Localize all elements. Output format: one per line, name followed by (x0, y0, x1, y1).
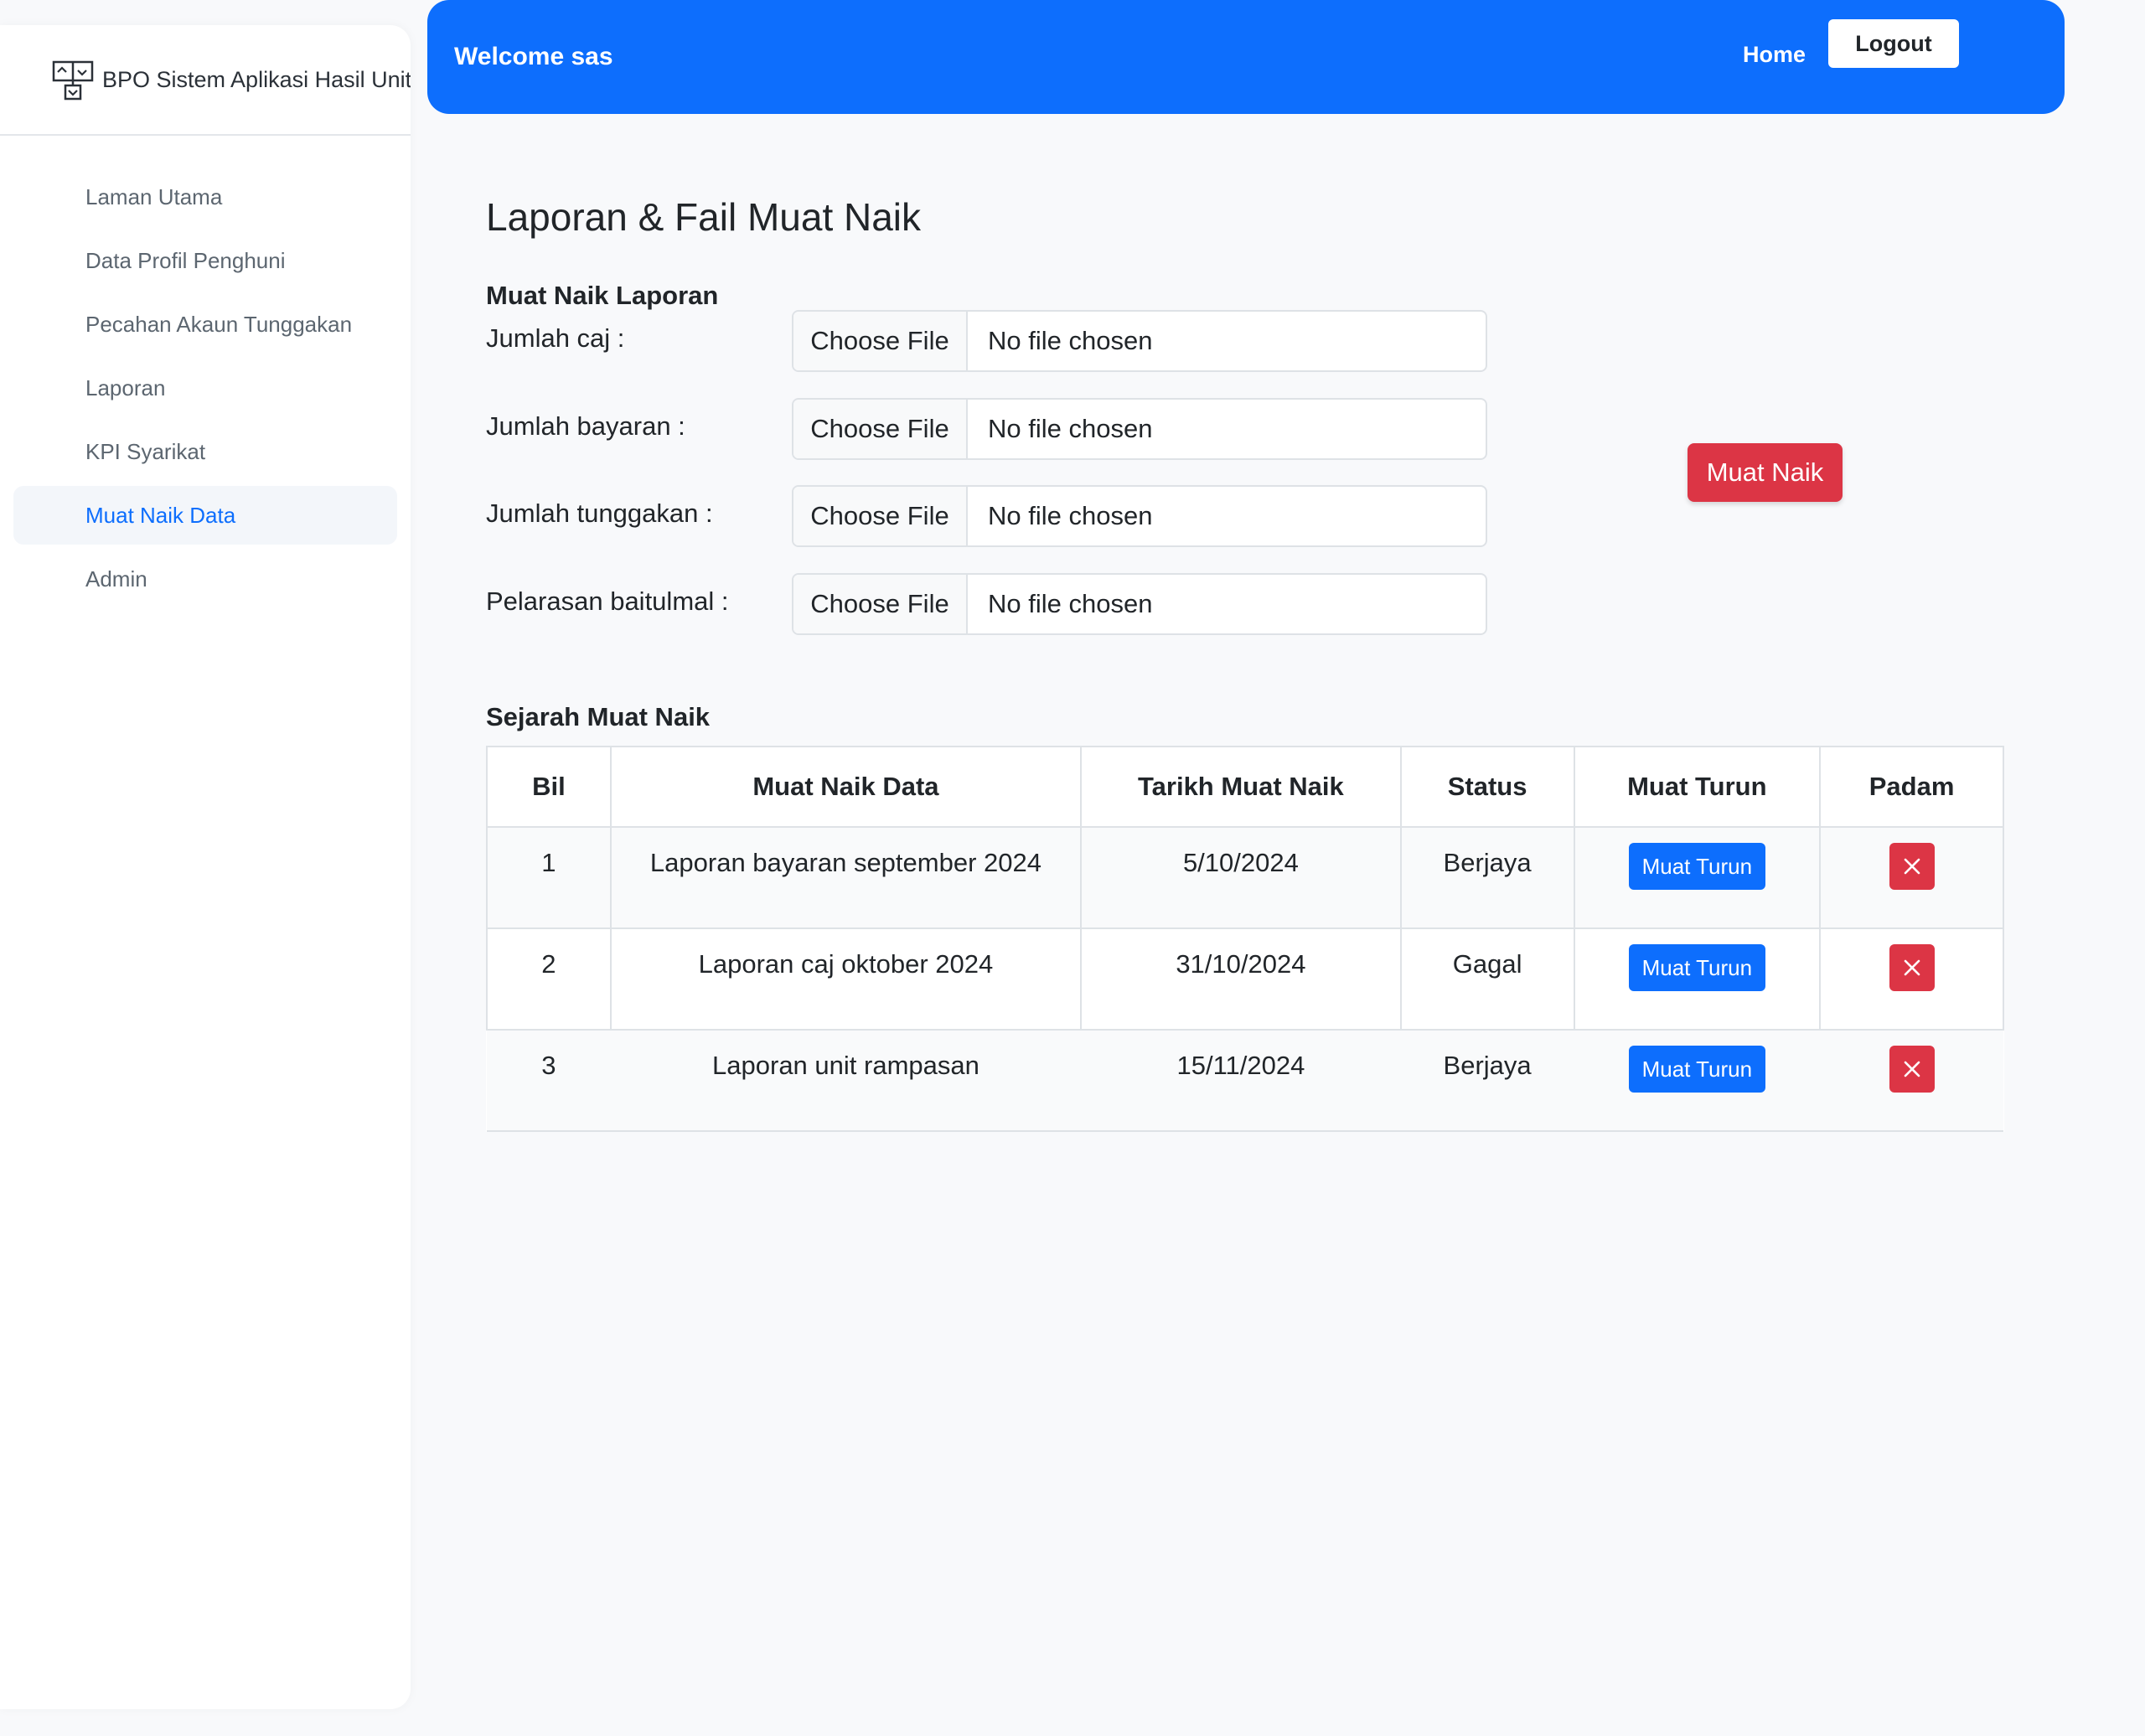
org-chart-icon (52, 60, 94, 101)
download-button[interactable]: Muat Turun (1628, 944, 1766, 991)
history-section-title: Sejarah Muat Naik (486, 702, 711, 731)
upload-row-pelarasan-baitulmal: Pelarasan baitulmal : Choose File No fil… (486, 573, 1491, 635)
cell-bil: 2 (486, 928, 612, 1031)
page-title: Laporan & Fail Muat Naik (486, 195, 922, 239)
cell-delete (1820, 1030, 2003, 1132)
upload-row-jumlah-tunggakan: Jumlah tunggakan : Choose File No file c… (486, 485, 1491, 547)
delete-button[interactable] (1889, 843, 1935, 890)
cell-date: 5/10/2024 (1080, 827, 1402, 929)
cell-download: Muat Turun (1573, 827, 1822, 929)
cell-delete (1819, 827, 2004, 929)
sidebar-item-laporan[interactable]: Laporan (13, 359, 397, 417)
cell-delete (1819, 928, 2004, 1031)
upload-label: Jumlah caj : (486, 323, 625, 353)
upload-history-table: Bil Muat Naik Data Tarikh Muat Naik Stat… (486, 746, 2004, 1132)
top-header: Welcome sas Home Logout (427, 0, 2065, 114)
cell-status: Gagal (1399, 928, 1575, 1031)
cell-date: 15/11/2024 (1081, 1030, 1401, 1132)
cell-data: Laporan unit rampasan (610, 1030, 1082, 1132)
upload-row-jumlah-caj: Jumlah caj : Choose File No file chosen (486, 310, 1491, 372)
file-name: No file chosen (988, 501, 1153, 530)
table-row: 1 Laporan bayaran september 2024 5/10/20… (486, 827, 2004, 929)
cell-bil: 1 (486, 827, 612, 929)
cell-date: 31/10/2024 (1080, 928, 1402, 1031)
sidebar-item-data-profil-penghuni[interactable]: Data Profil Penghuni (13, 231, 397, 290)
column-header-muat-turun: Muat Turun (1573, 746, 1822, 828)
choose-file-button[interactable]: Choose File (793, 487, 968, 545)
upload-row-jumlah-bayaran: Jumlah bayaran : Choose File No file cho… (486, 398, 1491, 460)
column-header-padam: Padam (1819, 746, 2004, 828)
file-input-jumlah-tunggakan[interactable]: Choose File No file chosen (792, 485, 1487, 547)
table-row: 2 Laporan caj oktober 2024 31/10/2024 Ga… (486, 928, 2004, 1031)
column-header-tarikh: Tarikh Muat Naik (1080, 746, 1402, 828)
close-icon (1904, 1061, 1920, 1077)
column-header-status: Status (1399, 746, 1575, 828)
sidebar-item-laman-utama[interactable]: Laman Utama (13, 168, 397, 226)
sidebar-item-pecahan-akaun-tunggakan[interactable]: Pecahan Akaun Tunggakan (13, 295, 397, 354)
file-name: No file chosen (988, 589, 1153, 618)
delete-button[interactable] (1889, 1046, 1935, 1093)
welcome-text: Welcome sas (454, 43, 613, 70)
sidebar: BPO Sistem Aplikasi Hasil Unit Aset Lama… (0, 25, 411, 1709)
choose-file-button[interactable]: Choose File (793, 312, 968, 370)
cell-status: Berjaya (1399, 827, 1575, 929)
download-button[interactable]: Muat Turun (1628, 1046, 1766, 1093)
sidebar-item-admin[interactable]: Admin (13, 550, 397, 608)
cell-data: Laporan bayaran september 2024 (609, 827, 1083, 929)
column-header-muat-naik-data: Muat Naik Data (609, 746, 1083, 828)
column-header-bil: Bil (486, 746, 612, 828)
close-icon (1904, 959, 1920, 976)
close-icon (1904, 858, 1920, 875)
cell-data: Laporan caj oktober 2024 (609, 928, 1083, 1031)
file-input-jumlah-bayaran[interactable]: Choose File No file chosen (792, 398, 1487, 460)
brand[interactable]: BPO Sistem Aplikasi Hasil Unit Aset (0, 25, 411, 136)
table-header-row: Bil Muat Naik Data Tarikh Muat Naik Stat… (486, 746, 2004, 828)
upload-label: Jumlah tunggakan : (486, 499, 713, 528)
upload-label: Pelarasan baitulmal : (486, 586, 729, 616)
file-input-jumlah-caj[interactable]: Choose File No file chosen (792, 310, 1487, 372)
choose-file-button[interactable]: Choose File (793, 575, 968, 633)
file-name: No file chosen (988, 414, 1153, 443)
download-button[interactable]: Muat Turun (1628, 843, 1766, 890)
home-link[interactable]: Home (1743, 42, 1806, 68)
table-row: 3 Laporan unit rampasan 15/11/2024 Berja… (487, 1030, 2003, 1132)
choose-file-button[interactable]: Choose File (793, 400, 968, 458)
sidebar-item-muat-naik-data[interactable]: Muat Naik Data (13, 486, 397, 545)
upload-label: Jumlah bayaran : (486, 411, 685, 441)
sidebar-item-kpi-syarikat[interactable]: KPI Syarikat (13, 422, 397, 481)
file-name: No file chosen (988, 326, 1153, 355)
cell-bil: 3 (487, 1030, 611, 1132)
cell-download: Muat Turun (1574, 1030, 1821, 1132)
upload-section-title: Muat Naik Laporan (486, 281, 719, 310)
brand-title: BPO Sistem Aplikasi Hasil Unit Aset (102, 66, 411, 92)
upload-button[interactable]: Muat Naik (1688, 443, 1843, 502)
logout-button[interactable]: Logout (1828, 19, 1959, 68)
cell-status: Berjaya (1400, 1030, 1574, 1132)
file-input-pelarasan-baitulmal[interactable]: Choose File No file chosen (792, 573, 1487, 635)
cell-download: Muat Turun (1573, 928, 1822, 1031)
sidebar-nav: Laman Utama Data Profil Penghuni Pecahan… (0, 136, 411, 608)
delete-button[interactable] (1889, 944, 1935, 991)
